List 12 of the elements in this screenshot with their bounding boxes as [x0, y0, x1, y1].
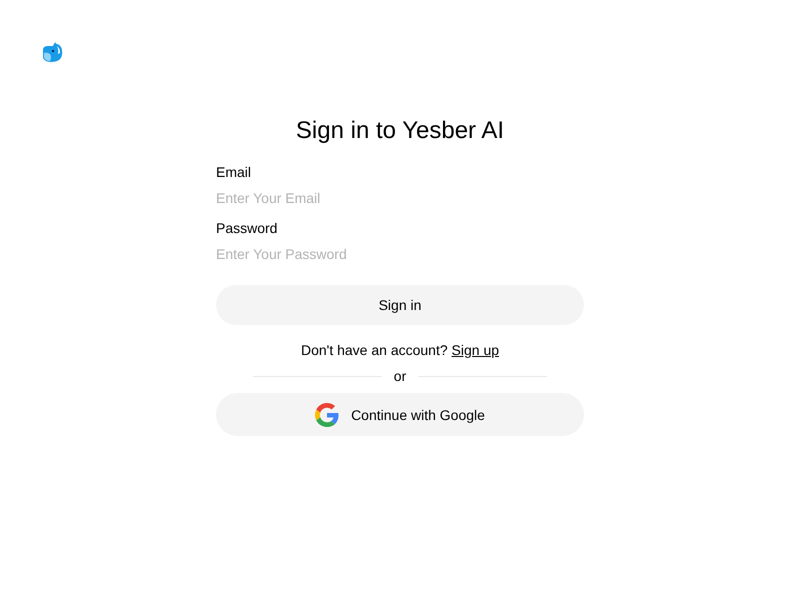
sign-in-button[interactable]: Sign in — [216, 285, 584, 325]
field-label: Email — [216, 163, 252, 181]
sign-up-link[interactable]: Sign up — [452, 342, 500, 358]
input-field[interactable]: Enter Your Email — [216, 188, 584, 208]
google-sign-in-button[interactable]: Continue with Google — [216, 393, 584, 436]
whale-logo-icon — [41, 41, 63, 63]
divider-text: or — [394, 367, 406, 385]
page-title: Sign in to Yesber AI — [294, 117, 506, 145]
input-field[interactable]: Enter Your Password — [216, 244, 584, 264]
field-label: Password — [216, 219, 278, 237]
google-icon — [315, 402, 340, 426]
signup-prompt: Don't have an account? Sign up — [300, 341, 500, 359]
